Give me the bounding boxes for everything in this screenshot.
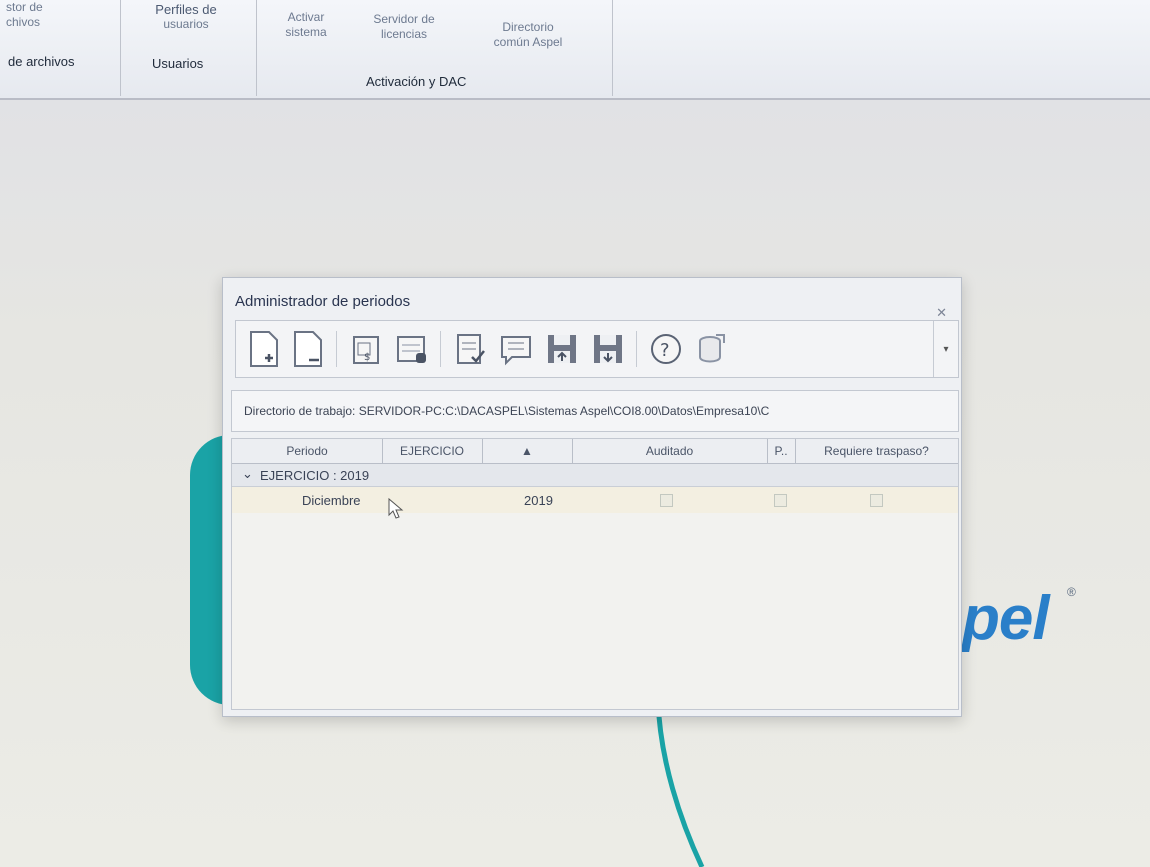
close-icon[interactable]: ✕ [936, 305, 947, 321]
periods-grid: Periodo EJERCICIO ▲ Auditado P.. Requier… [231, 438, 959, 710]
calendar-lock-icon[interactable] [392, 329, 432, 369]
save-up-icon[interactable] [542, 329, 582, 369]
brand-registered-mark: ® [1067, 585, 1076, 599]
ribbon-item-line2: usuarios [163, 17, 209, 31]
ribbon-item-line2: licencias [380, 27, 428, 41]
group-label: EJERCICIO : 2019 [260, 468, 370, 483]
column-header-requiere-traspaso[interactable]: Requiere traspaso? [795, 439, 958, 463]
group-row-ejercicio[interactable]: ⌄ EJERCICIO : 2019 [232, 464, 958, 487]
ribbon-item-line1: Directorio [502, 20, 554, 34]
new-document-icon[interactable] [244, 329, 284, 369]
ribbon-item-line1: Activar [287, 10, 325, 24]
column-header-periodo[interactable]: Periodo [232, 439, 383, 463]
checkbox-p[interactable] [774, 494, 787, 507]
ribbon-item-line2: común Aspel [493, 35, 563, 49]
ribbon-group-archivos: stor de chivos de archivos [0, 0, 121, 96]
ribbon-item-line1: Servidor de [373, 12, 435, 26]
logo-teal-line [655, 700, 705, 867]
grid-header: Periodo EJERCICIO ▲ Auditado P.. Requier… [232, 439, 958, 464]
column-header-p[interactable]: P.. [767, 439, 796, 463]
activar-sistema-button[interactable]: Activar sistema [276, 10, 336, 40]
perfiles-usuarios-button[interactable]: Perfiles de usuarios [146, 2, 226, 32]
working-directory-bar: Directorio de trabajo: SERVIDOR-PC:C:\DA… [231, 390, 959, 432]
calendar-money-icon[interactable]: $ [346, 329, 386, 369]
ribbon-group-label: Activación y DAC [366, 74, 467, 89]
svg-text:$: $ [364, 352, 370, 363]
database-icon[interactable] [692, 329, 732, 369]
toolbar-overflow-dropdown[interactable]: ▾ [933, 321, 958, 377]
svg-text:?: ? [660, 340, 670, 361]
comment-icon[interactable] [496, 329, 536, 369]
checkbox-requiere-traspaso[interactable] [870, 494, 883, 507]
ribbon-item-line1: Perfiles de [155, 2, 217, 17]
table-row[interactable]: Diciembre 2019 [232, 487, 958, 513]
checkbox-auditado[interactable] [660, 494, 673, 507]
ribbon: stor de chivos de archivos Perfiles de u… [0, 0, 1150, 100]
period-manager-dialog: Administrador de periodos ✕ $ ? ▾ Direct… [222, 277, 962, 717]
column-header-ejercicio[interactable]: EJERCICIO [382, 439, 483, 463]
save-down-icon[interactable] [588, 329, 628, 369]
directorio-comun-button[interactable]: Directorio común Aspel [478, 20, 578, 50]
ribbon-group-label: Usuarios [152, 56, 204, 71]
help-icon[interactable]: ? [646, 329, 686, 369]
toolbar-separator [636, 331, 637, 367]
brand-logo-text: pel [962, 584, 1050, 653]
dialog-title: Administrador de periodos [235, 293, 411, 310]
ribbon-item-line2: sistema [285, 25, 327, 39]
remove-document-icon[interactable] [288, 329, 328, 369]
sort-ascending-icon[interactable]: ▲ [482, 439, 573, 463]
ribbon-group-usuarios: Perfiles de usuarios Usuarios [120, 0, 257, 96]
ribbon-item-line2: chivos [6, 15, 41, 29]
toolbar-separator [440, 331, 441, 367]
cell-ejercicio: 2019 [524, 493, 553, 508]
ribbon-item-line1: stor de [6, 0, 43, 14]
mouse-pointer-icon [388, 497, 404, 519]
toolbar: $ ? ▾ [235, 320, 959, 378]
servidor-licencias-button[interactable]: Servidor de licencias [364, 12, 444, 42]
document-check-icon[interactable] [450, 329, 490, 369]
chevron-down-icon[interactable]: ⌄ [242, 466, 253, 482]
toolbar-separator [336, 331, 337, 367]
cell-periodo: Diciembre [302, 493, 361, 508]
column-header-auditado[interactable]: Auditado [572, 439, 768, 463]
working-directory-path: Directorio de trabajo: SERVIDOR-PC:C:\DA… [244, 404, 770, 418]
ribbon-group-label: de archivos [8, 54, 75, 69]
ribbon-group-activacion: Activar sistema Servidor de licencias Di… [256, 0, 613, 96]
ribbon-item-archivos[interactable]: stor de chivos [6, 0, 43, 30]
